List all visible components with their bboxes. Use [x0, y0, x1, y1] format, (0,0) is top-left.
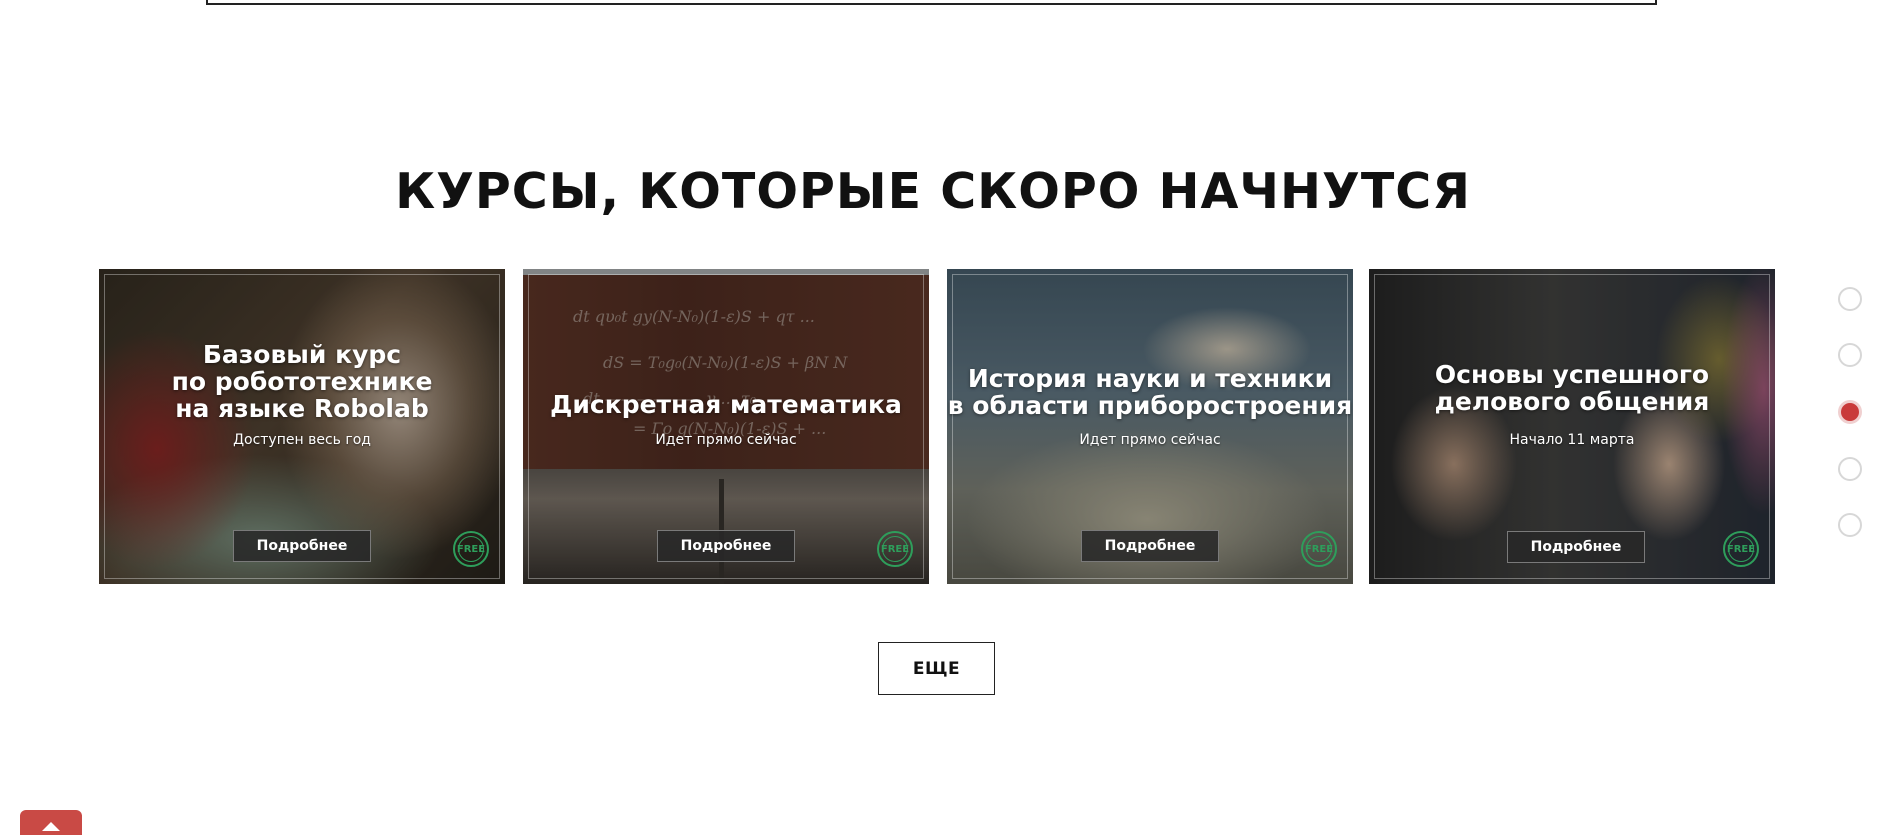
course-title: Базовый курс по робототехнике на языке R…	[171, 340, 433, 423]
free-badge-icon: FREE	[1301, 531, 1337, 567]
section-dot-3-active[interactable]	[1838, 400, 1862, 424]
course-title: История науки и техники в области прибор…	[947, 364, 1353, 420]
details-button[interactable]: Подробнее	[233, 530, 371, 562]
course-title: Дискретная математика	[550, 390, 902, 419]
details-button[interactable]: Подробнее	[657, 530, 795, 562]
details-button[interactable]: Подробнее	[1507, 531, 1645, 563]
free-badge-label: FREE	[1304, 543, 1334, 555]
arrow-up-icon	[42, 822, 60, 831]
course-status: Начало 11 марта	[1509, 432, 1635, 448]
course-card-business-communication[interactable]: Основы успешного делового общения Начало…	[1369, 269, 1775, 584]
course-card-history-of-science[interactable]: История науки и техники в области прибор…	[947, 269, 1353, 584]
details-button[interactable]: Подробнее	[1081, 530, 1219, 562]
free-badge-icon: FREE	[877, 531, 913, 567]
section-dot-4[interactable]	[1838, 457, 1862, 481]
free-badge-label: FREE	[1726, 543, 1756, 555]
scroll-to-top-button[interactable]	[20, 810, 82, 835]
course-title: Основы успешного делового общения	[1434, 360, 1710, 416]
free-badge-label: FREE	[880, 543, 910, 555]
course-card-robotics[interactable]: Базовый курс по робототехнике на языке R…	[99, 269, 505, 584]
free-badge-label: FREE	[456, 543, 486, 555]
course-status: Доступен весь год	[233, 432, 371, 448]
courses-page: КУРСЫ, КОТОРЫЕ СКОРО НАЧНУТСЯ Базовый ку…	[0, 0, 1880, 835]
section-title: КУРСЫ, КОТОРЫЕ СКОРО НАЧНУТСЯ	[395, 163, 1471, 220]
previous-section-frame	[206, 0, 1657, 5]
free-badge-icon: FREE	[1723, 531, 1759, 567]
course-status: Идет прямо сейчас	[655, 432, 797, 448]
section-pagination	[1838, 287, 1862, 537]
free-badge-icon: FREE	[453, 531, 489, 567]
section-dot-5[interactable]	[1838, 513, 1862, 537]
course-status: Идет прямо сейчас	[1079, 432, 1221, 448]
course-card-discrete-math[interactable]: dt qυ₀t gy(N-N₀)(1-ε)S + qτ ... dS = T₀g…	[523, 269, 929, 584]
section-dot-1[interactable]	[1838, 287, 1862, 311]
course-cards: Базовый курс по робототехнике на языке R…	[99, 269, 1775, 584]
section-dot-2[interactable]	[1838, 343, 1862, 367]
more-courses-button[interactable]: ЕЩЕ	[878, 642, 995, 695]
